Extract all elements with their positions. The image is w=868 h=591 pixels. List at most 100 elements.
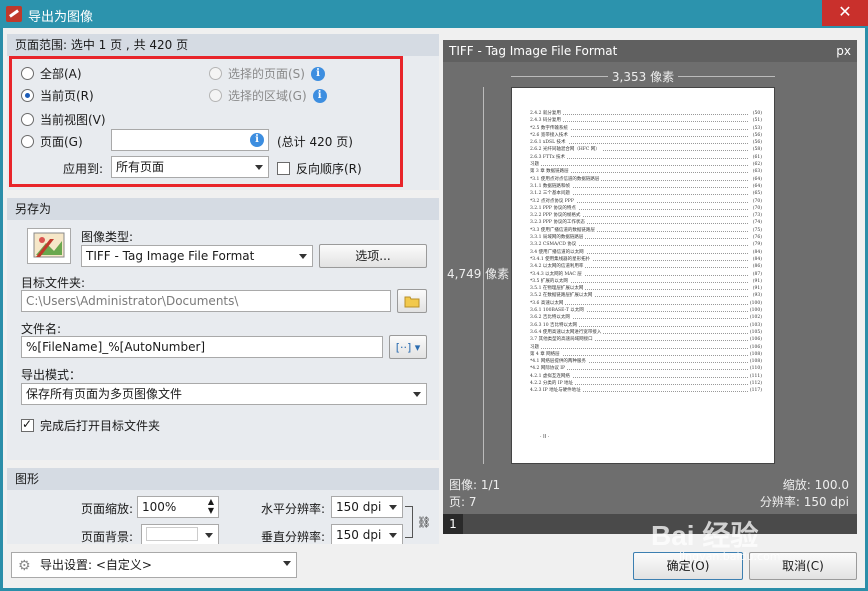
- vres-value: 150 dpi: [336, 528, 382, 542]
- page-navigator: 1: [443, 514, 857, 534]
- radio-all[interactable]: 全部(A): [21, 65, 82, 82]
- radio-selected-pages-label: 选择的页面(S): [228, 67, 305, 81]
- page-footer: · II ·: [540, 434, 550, 440]
- open-folder-checkbox[interactable]: 完成后打开目标文件夹: [21, 417, 160, 434]
- chevron-down-icon: [255, 165, 263, 170]
- toc-entry: 3.1.2 三个基本问题 (65): [530, 191, 762, 197]
- link-bracket: [405, 506, 413, 538]
- toc-entry: 第 4 章 网络层 (108): [530, 351, 762, 357]
- toc-entry: 第 3 章 数据链路层 (63): [530, 169, 762, 175]
- chevron-down-icon: [389, 533, 397, 538]
- watermark-url: jingyan.baidu.com: [679, 550, 781, 563]
- export-settings-select[interactable]: ⚙ 导出设置: <自定义>: [11, 552, 297, 578]
- filename-input[interactable]: %[FileName]_%[AutoNumber]: [21, 336, 383, 358]
- preview-unit: px: [836, 44, 851, 58]
- height-label: 4,749 像素: [447, 267, 510, 281]
- image-type-icon: [27, 228, 71, 264]
- reverse-order-box[interactable]: [277, 162, 290, 175]
- apply-to-select[interactable]: 所有页面: [111, 156, 269, 178]
- toc-entry: 3.6.4 使用高速以太网进行宽带接入 (105): [530, 329, 762, 335]
- toc-list: 2.4.2 就分复用 (50) 2.4.3 码分复用 (51) *2.5 数字传输系统(…: [530, 110, 762, 395]
- toc-entry: 习题 (106): [530, 344, 762, 350]
- apply-to-value: 所有页面: [116, 160, 165, 174]
- target-folder-input[interactable]: C:\Users\Administrator\Documents\: [21, 290, 391, 312]
- chevron-down-icon: [283, 561, 291, 566]
- toc-entry: *3.2 点对点协议 PPP (70): [530, 198, 762, 204]
- toc-entry: 2.4.2 就分复用 (50): [530, 111, 762, 116]
- toc-entry: *4.1 网络层提供的两种服务 (108): [530, 359, 762, 365]
- toc-entry: *3.4.3 以太网的 MAC 层 (87): [530, 271, 762, 277]
- open-folder-box[interactable]: [21, 417, 34, 432]
- toc-entry: 2.4.3 码分复用 (51): [530, 118, 762, 124]
- info-icon[interactable]: i: [250, 133, 264, 147]
- zoom-info: 缩放: 100.0: [782, 478, 849, 492]
- chevron-down-icon: [413, 392, 421, 397]
- page-thumb-1[interactable]: 1: [443, 514, 463, 534]
- window-title: 导出为图像: [28, 10, 94, 25]
- width-dimension: 3,353 像素: [511, 68, 775, 85]
- radio-selected-pages-circle: [209, 67, 222, 80]
- chevron-down-icon: [205, 533, 213, 538]
- radio-all-circle[interactable]: [21, 67, 34, 80]
- toc-entry: 3.4.2 以太网的信道利用率 (86): [530, 264, 762, 270]
- toc-entry: 3.3.2 CSMA/CD 协议 (79): [530, 242, 762, 248]
- export-mode-label: 导出模式：: [21, 368, 82, 382]
- radio-all-label: 全部(A): [40, 67, 82, 81]
- toc-entry: 3.2.2 PPP 协议的帧格式 (73): [530, 213, 762, 219]
- radio-pages-label: 页面(G): [40, 135, 83, 149]
- close-button[interactable]: ✕: [822, 0, 868, 26]
- vres-label: 垂直分辨率:: [261, 530, 326, 544]
- toc-entry: 3.6.1 100BASE-T 以太网 (100): [530, 308, 762, 314]
- toc-entry: 3.2.1 PPP 协议的特点 (70): [530, 205, 762, 211]
- page-bg-select[interactable]: [141, 524, 219, 546]
- image-type-label: 图像类型:: [81, 230, 134, 244]
- pages-input[interactable]: i: [111, 129, 269, 151]
- gear-icon: ⚙: [18, 558, 31, 574]
- radio-current-view-circle[interactable]: [21, 113, 34, 126]
- open-folder-label: 完成后打开目标文件夹: [40, 419, 161, 433]
- info-icon[interactable]: i: [312, 88, 327, 103]
- page-info: 页: 7: [449, 495, 477, 509]
- toc-entry: 3.5.1 在物理层扩展以太网 (91): [530, 286, 762, 292]
- preview-header: TIFF - Tag Image File Format px: [443, 40, 857, 62]
- vres-select[interactable]: 150 dpi: [331, 524, 403, 546]
- radio-current-page-circle[interactable]: [21, 89, 34, 102]
- radio-current-page[interactable]: 当前页(R): [21, 87, 94, 104]
- chevron-down-icon: [299, 254, 307, 259]
- toc-entry: *3.5 扩展的以太网 (91): [530, 278, 762, 284]
- resolution-info: 分辨率: 150 dpi: [759, 495, 849, 509]
- radio-pages-circle[interactable]: [21, 135, 34, 148]
- options-button[interactable]: 选项...: [319, 244, 427, 268]
- export-mode-select[interactable]: 保存所有页面为多页图像文件: [21, 383, 427, 405]
- page-zoom-value: 100%: [142, 500, 177, 514]
- filename-label: 文件名:: [21, 322, 62, 336]
- radio-current-view[interactable]: 当前视图(V): [21, 111, 106, 128]
- toc-entry: 2.6.1 xDSL 技术 (56): [530, 140, 762, 146]
- reverse-order-checkbox[interactable]: 反向顺序(R): [277, 160, 362, 177]
- target-folder-label: 目标文件夹:: [21, 276, 86, 290]
- page-zoom-label: 页面缩放:: [81, 502, 134, 516]
- preview-panel: TIFF - Tag Image File Format px 3,353 像素…: [443, 40, 857, 534]
- chain-link-icon[interactable]: ⛓: [417, 516, 431, 529]
- browse-folder-button[interactable]: [397, 289, 427, 313]
- save-as-header: 另存为: [7, 198, 439, 220]
- apply-to-label: 应用到:: [63, 162, 104, 176]
- color-swatch: [146, 527, 198, 541]
- hres-value: 150 dpi: [336, 500, 382, 514]
- dialog-client: 页面范围: 选中 1 页 , 共 420 页 全部(A) 当前页(R) 当前视图…: [3, 28, 865, 588]
- preview-page: 2.4.2 就分复用 (50) 2.4.3 码分复用 (51) *2.5 数字传输系统(…: [511, 87, 775, 464]
- spinner-icon[interactable]: ▲ ▼: [208, 497, 214, 515]
- radio-pages[interactable]: 页面(G): [21, 133, 83, 150]
- page-range-group: 全部(A) 当前页(R) 当前视图(V) 页面(G) 选择的页面(S) i 选择…: [7, 56, 439, 190]
- radio-current-page-label: 当前页(R): [40, 89, 94, 103]
- page-zoom-input[interactable]: 100% ▲ ▼: [137, 496, 219, 518]
- toc-entry: *2.6 宽带接入技术 (56): [530, 132, 762, 138]
- image-type-select[interactable]: TIFF - Tag Image File Format: [81, 245, 313, 267]
- hres-select[interactable]: 150 dpi: [331, 496, 403, 518]
- image-type-value: TIFF - Tag Image File Format: [86, 249, 255, 263]
- macro-button[interactable]: [··] ▾: [389, 335, 427, 359]
- info-icon[interactable]: i: [310, 66, 325, 81]
- title-bar: 导出为图像 ✕: [0, 0, 868, 28]
- toc-entry: 习题 (62): [530, 162, 762, 168]
- toc-entry: 3.6.2 吉比特以太网 (102): [530, 315, 762, 321]
